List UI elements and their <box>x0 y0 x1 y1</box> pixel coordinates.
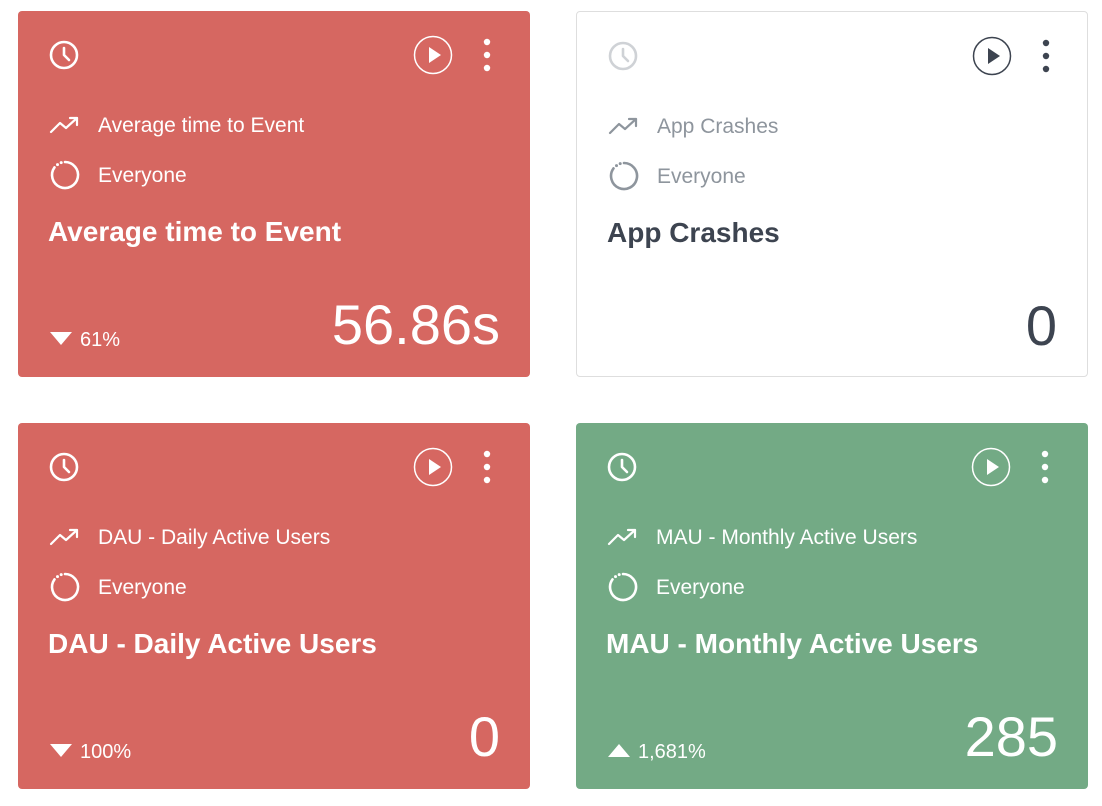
clock-icon[interactable] <box>48 39 80 71</box>
segment-name: Everyone <box>98 576 187 599</box>
clock-icon[interactable] <box>607 40 639 72</box>
trend-icon <box>608 117 638 135</box>
segment-name: Everyone <box>98 164 187 187</box>
play-icon[interactable] <box>972 36 1012 76</box>
metric-card-dau[interactable]: DAU - Daily Active Users Everyone DAU - … <box>18 423 530 789</box>
metric-card-mau[interactable]: MAU - Monthly Active Users Everyone MAU … <box>576 423 1088 789</box>
trend-icon <box>49 116 79 134</box>
more-vertical-icon[interactable] <box>1036 450 1054 484</box>
play-icon[interactable] <box>971 447 1011 487</box>
segment-icon <box>50 160 80 190</box>
arrow-up-icon <box>608 744 630 758</box>
arrow-down-icon <box>50 744 72 758</box>
change-indicator: 61% <box>50 328 120 352</box>
metric-name: DAU - Daily Active Users <box>98 526 331 549</box>
clock-icon[interactable] <box>48 451 80 483</box>
change-value: 100% <box>80 741 132 763</box>
change-indicator: 100% <box>50 740 131 764</box>
card-title: DAU - Daily Active Users <box>48 628 377 659</box>
change-value: 1,681% <box>638 741 706 763</box>
more-vertical-icon[interactable] <box>478 38 496 72</box>
play-icon[interactable] <box>413 447 453 487</box>
metric-value: 0 <box>468 705 500 768</box>
segment-name: Everyone <box>656 576 745 599</box>
clock-icon[interactable] <box>606 451 638 483</box>
segment-icon <box>609 161 639 191</box>
change-value: 61% <box>80 329 121 351</box>
segment-icon <box>50 572 80 602</box>
metric-name: MAU - Monthly Active Users <box>656 526 918 549</box>
metric-name: App Crashes <box>657 115 779 138</box>
more-vertical-icon[interactable] <box>478 450 496 484</box>
metric-card-average-time-to-event[interactable]: Average time to Event Everyone Average t… <box>18 11 530 377</box>
segment-icon <box>608 572 638 602</box>
metric-value: 56.86s <box>331 293 500 356</box>
card-title: Average time to Event <box>48 216 342 247</box>
arrow-down-icon <box>50 332 72 346</box>
trend-icon <box>49 528 79 546</box>
play-icon[interactable] <box>413 35 453 75</box>
metric-value: 285 <box>964 705 1058 768</box>
card-title: App Crashes <box>607 217 780 248</box>
change-indicator: 1,681% <box>608 740 706 764</box>
segment-name: Everyone <box>657 165 746 188</box>
more-vertical-icon[interactable] <box>1037 39 1055 73</box>
metric-card-app-crashes[interactable]: App Crashes Everyone App Crashes 0 <box>576 11 1088 377</box>
trend-icon <box>607 528 637 546</box>
metric-name: Average time to Event <box>98 114 305 137</box>
metric-value: 0 <box>1025 294 1057 357</box>
card-title: MAU - Monthly Active Users <box>606 628 979 659</box>
